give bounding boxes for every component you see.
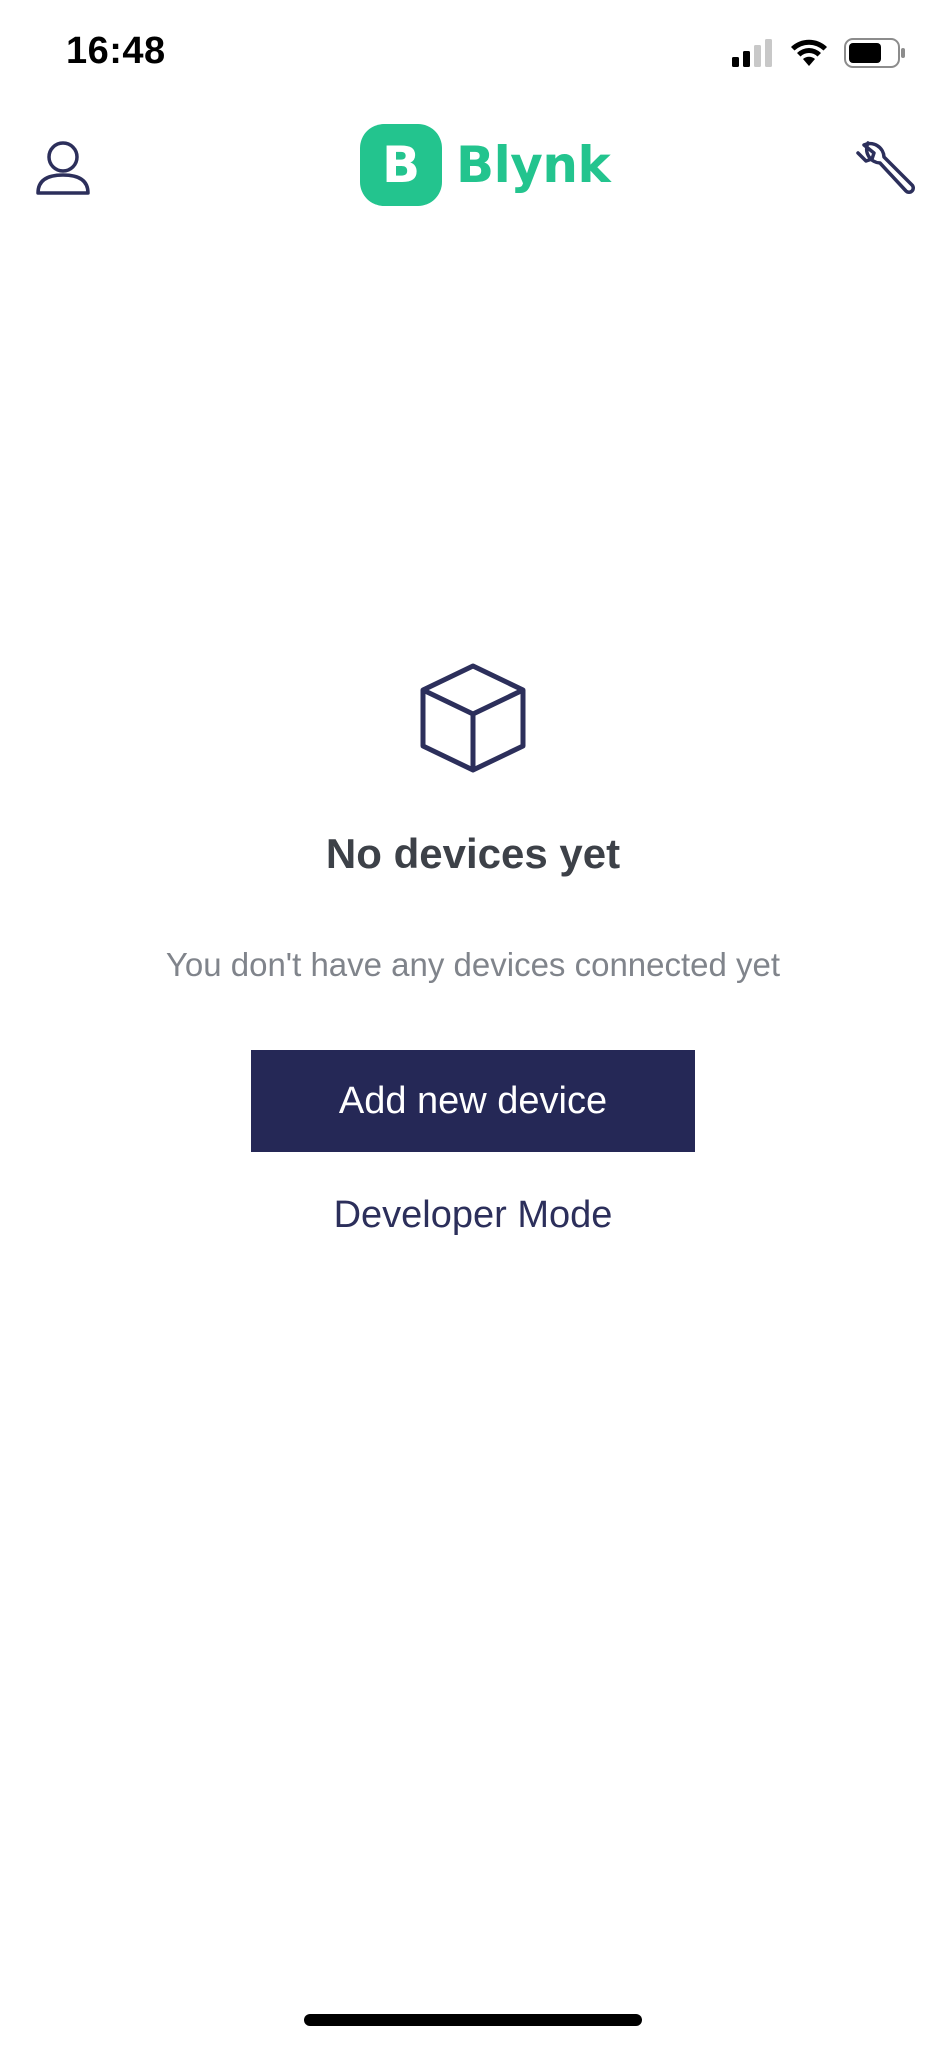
developer-mode-link[interactable]: Developer Mode [273,1194,673,1237]
empty-state-title: No devices yet [325,830,621,877]
logo-mark: B [360,124,442,206]
profile-button[interactable] [30,135,96,201]
settings-button[interactable] [854,135,920,201]
empty-state-subtitle: You don't have any devices connected yet [165,946,781,983]
wifi-icon [791,39,827,66]
blynk-logo: B Blynk [360,124,611,206]
cube-icon [420,663,526,773]
person-icon [36,141,90,195]
status-icons [732,38,906,68]
status-bar: 16:48 [0,0,946,110]
logo-text: Blynk [456,136,611,194]
wrench-icon [856,141,915,194]
signal-icon [732,39,772,67]
status-time: 16:48 [66,30,166,72]
app-screen: 16:48 B Blynk No devices yet You don't h… [0,0,946,2048]
empty-state: No devices yet You don't have any device… [0,660,946,1237]
app-header: B Blynk [0,110,946,230]
add-new-device-button[interactable]: Add new device [251,1050,695,1152]
home-indicator[interactable] [304,2014,642,2026]
battery-icon [844,38,905,68]
